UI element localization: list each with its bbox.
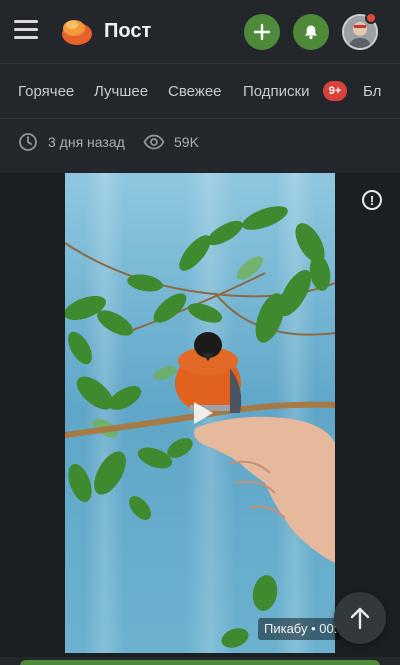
plus-icon: [253, 23, 271, 41]
info-icon[interactable]: !: [362, 190, 382, 210]
tab-blogs[interactable]: Бл: [363, 83, 381, 100]
tab-subscriptions[interactable]: Подписки: [243, 83, 310, 100]
add-post-button[interactable]: [244, 14, 280, 50]
play-icon[interactable]: [190, 400, 216, 426]
tab-fresh[interactable]: Свежее: [168, 83, 222, 100]
subscriptions-badge: 9+: [323, 81, 347, 101]
post-meta: 3 дня назад 59K: [0, 120, 400, 172]
pikabu-logo[interactable]: [60, 16, 94, 46]
post-time: 3 дня назад: [48, 134, 125, 150]
video-container: ! Пикабу • 00:: [0, 173, 400, 657]
feed-tabs: Горячее Лучшее Свежее Подписки 9+ Бл: [0, 64, 400, 119]
tab-best[interactable]: Лучшее: [94, 83, 148, 100]
clock-icon: [19, 133, 37, 151]
menu-icon[interactable]: [14, 20, 38, 42]
tab-hot[interactable]: Горячее: [18, 83, 74, 100]
bottom-action-bar[interactable]: [20, 660, 380, 665]
notifications-button[interactable]: [293, 14, 329, 50]
top-bar: Пост: [0, 0, 400, 64]
eye-icon: [143, 134, 165, 150]
notification-dot: [365, 12, 377, 24]
scroll-to-top-button[interactable]: [334, 592, 386, 644]
page-title: Пост: [104, 20, 152, 42]
arrow-up-icon: [350, 607, 370, 630]
bell-icon: [305, 25, 317, 40]
video-watermark: Пикабу • 00:: [258, 618, 340, 640]
post-views: 59K: [174, 134, 199, 150]
